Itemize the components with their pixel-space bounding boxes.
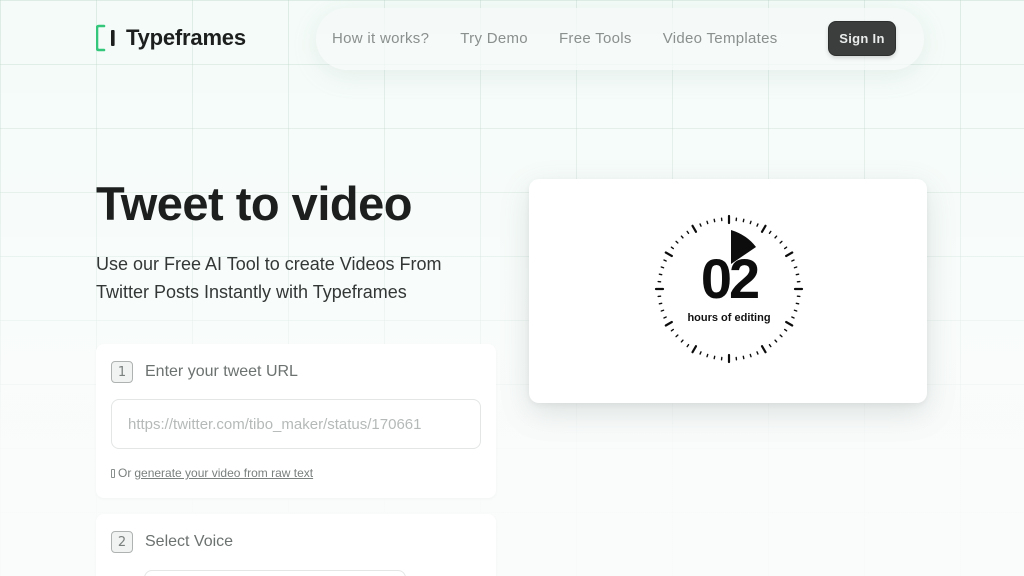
step-1-header: 1 Enter your tweet URL [111,361,298,383]
step-1-card: 1 Enter your tweet URL Or generate your … [96,344,496,498]
dial-tick [749,353,752,358]
dial-tick [699,351,702,355]
raw-text-hint: Or generate your video from raw text [111,466,313,480]
dial-tick [793,309,798,312]
dial-tick [691,345,698,354]
dial-tick [691,224,698,233]
dial-tick [783,328,788,332]
dial-tick [779,240,783,244]
dial-tick [749,220,752,225]
dial-tick [675,240,679,244]
dial-tick [699,223,702,227]
timer-dial: 02 hours of editing [649,209,809,369]
raw-text-prefix: Or [118,466,132,480]
dial-tick [686,343,690,348]
dial-tick [670,328,675,332]
nav-video-templates[interactable]: Video Templates [663,30,778,47]
typeframes-logo-icon [96,24,115,52]
dial-tick [686,230,690,235]
dial-tick [768,230,772,235]
brand-name: Typeframes [126,25,246,50]
step-2-card: 2 Select Voice [96,514,496,576]
nav-how-it-works[interactable]: How it works? [332,30,429,47]
info-icon [111,468,115,478]
logo[interactable]: Typeframes [96,24,246,52]
dial-tick [706,353,709,358]
sign-in-button[interactable]: Sign In [828,21,896,56]
dial-tick [706,220,709,225]
dial-tick [756,223,759,227]
page-subtitle: Use our Free AI Tool to create Videos Fr… [96,254,442,302]
dial-tick [680,235,684,239]
dial-tick [760,224,767,233]
dial-tick [760,345,767,354]
page-title: Tweet to video [96,177,412,230]
dial-tick [675,334,679,338]
main-nav: How it works? Try Demo Free Tools Video … [332,30,778,47]
tweet-url-input[interactable] [111,399,481,449]
timer-number: 02 [700,247,760,310]
step-2-number: 2 [111,531,133,553]
raw-text-link[interactable]: generate your video from raw text [134,466,313,480]
voice-select[interactable] [144,570,406,576]
dial-tick [774,339,778,343]
step-1-number: 1 [111,361,133,383]
dial-tick [768,343,772,348]
nav-try-demo[interactable]: Try Demo [460,30,528,47]
dial-tick [779,334,783,338]
dial-tick [756,351,759,355]
timer-caption: hours of editing [687,312,771,324]
step-2-header: 2 Select Voice [111,531,233,553]
dial-tick [774,235,778,239]
dial-tick [660,309,665,312]
video-preview[interactable]: 02 hours of editing [529,179,927,403]
step-2-label: Select Voice [145,533,234,550]
nav-free-tools[interactable]: Free Tools [559,30,632,47]
step-1-label: Enter your tweet URL [145,363,298,380]
dial-tick [680,339,684,343]
